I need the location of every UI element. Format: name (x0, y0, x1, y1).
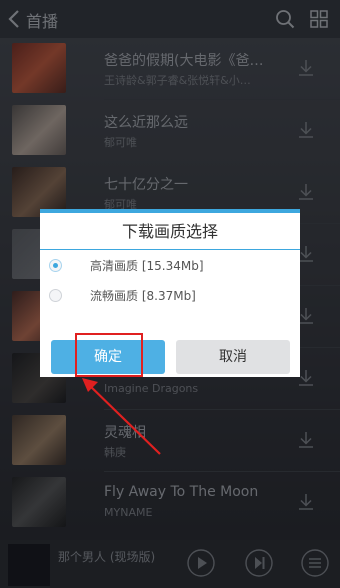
radio-hd-selected[interactable] (49, 259, 62, 272)
option-hd[interactable]: 高清画质 [15.34Mb] (40, 252, 300, 280)
dialog-title: 下载画质选择 (121, 222, 218, 241)
option-hd-label: 高清画质 [15.34Mb] (90, 259, 204, 273)
option-smooth-label: 流畅画质 [8.37Mb] (90, 289, 196, 303)
radio-smooth[interactable] (49, 289, 62, 302)
confirm-button[interactable]: 确定 (51, 340, 165, 374)
dialog-divider (40, 249, 300, 250)
cancel-button[interactable]: 取消 (176, 340, 290, 374)
option-smooth[interactable]: 流畅画质 [8.37Mb] (40, 282, 300, 310)
download-quality-dialog: 下载画质选择 高清画质 [15.34Mb] 流畅画质 [8.37Mb] 确定 取… (40, 209, 300, 377)
